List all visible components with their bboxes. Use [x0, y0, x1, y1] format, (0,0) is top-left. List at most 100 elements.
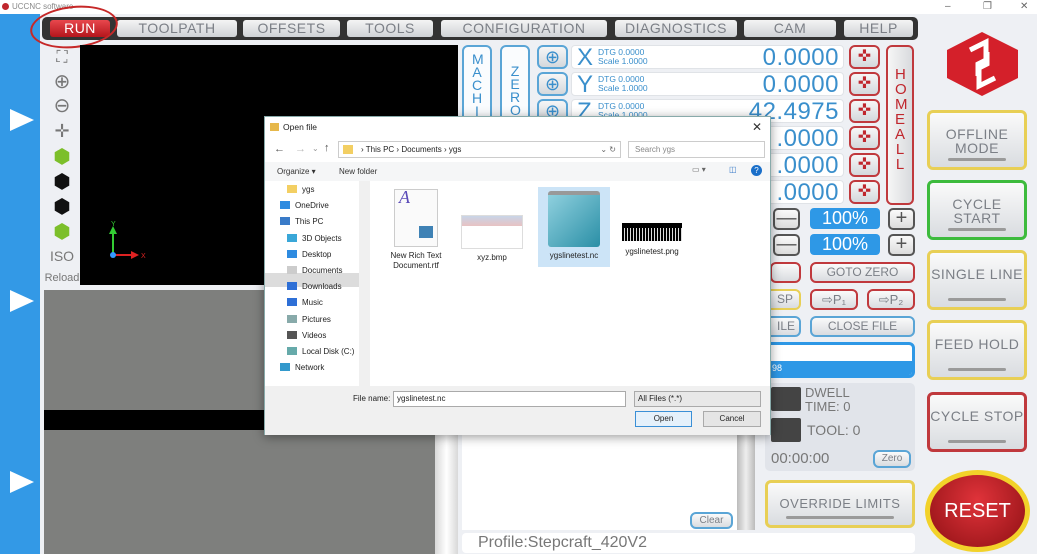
nav-item[interactable]: Desktop — [287, 248, 331, 262]
file-name-input[interactable]: ygslinetest.nc — [393, 391, 626, 407]
recent-dropdown[interactable]: ⌄ — [312, 144, 319, 153]
tab-help[interactable]: HELP — [844, 20, 913, 37]
dro-row[interactable]: Y DTG 0.0000 Scale 1.0000 0.0000 — [571, 71, 844, 98]
refresh-icon[interactable]: ⌄ ↻ — [600, 142, 616, 157]
file-item-selected[interactable]: ygslinetest.nc — [538, 187, 610, 267]
side-view-icon[interactable]: ⬢ — [48, 196, 76, 218]
console-scrollbar[interactable] — [737, 434, 755, 530]
nav-item[interactable]: Music — [287, 296, 323, 310]
profile-field: Profile:Stepcraft_420V2 — [462, 533, 915, 553]
nav-item[interactable]: 3D Objects — [287, 232, 342, 246]
reload-button[interactable]: Reload — [44, 267, 80, 289]
progress-bar: 98 — [765, 342, 915, 378]
open-file-dialog: Open file ✕ ← → ⌄ ↑ › This PC › Document… — [264, 116, 771, 435]
dwell-label: DWELL — [805, 385, 850, 400]
goto-p1-button[interactable]: ⇨P₁ — [810, 289, 858, 310]
breadcrumb-documents[interactable]: Documents — [401, 145, 441, 154]
file-item[interactable]: xyz.bmp — [460, 215, 524, 263]
zero-timer-button[interactable]: Zero — [873, 450, 911, 468]
iso-view-button[interactable]: ISO — [48, 245, 76, 267]
top-view-icon[interactable]: ⬢ — [48, 146, 76, 168]
zoom-out-icon[interactable]: ⊖ — [48, 95, 76, 117]
nav-item[interactable]: Downloads — [287, 280, 342, 294]
nav-item-icon — [280, 201, 290, 210]
nav-item[interactable]: Videos — [287, 329, 326, 343]
address-bar[interactable]: › This PC › Documents › ygs ⌄ ↻ — [338, 141, 621, 158]
single-line-button[interactable]: SINGLE LINE — [927, 250, 1027, 310]
fit-view-icon[interactable]: ⛶ — [48, 47, 76, 69]
open-button[interactable]: Open — [635, 411, 692, 427]
home-all-button[interactable]: HOME ALL — [886, 45, 914, 205]
help-icon[interactable]: ? — [751, 165, 762, 176]
tab-diagnostics[interactable]: DIAGNOSTICS — [615, 20, 737, 37]
close-file-button[interactable]: CLOSE FILE — [810, 316, 915, 337]
maximize-button[interactable]: ❐ — [983, 1, 992, 12]
nav-item[interactable]: Pictures — [287, 313, 331, 327]
organize-menu[interactable]: Organize ▾ — [277, 167, 316, 176]
home-axis-button[interactable]: ✜ — [849, 180, 880, 204]
close-button[interactable]: ✕ — [1020, 1, 1028, 12]
offline-mode-button[interactable]: OFFLINE MODE — [927, 110, 1027, 170]
dialog-close-button[interactable]: ✕ — [752, 120, 762, 134]
partial-red-button[interactable] — [770, 262, 801, 283]
view-options-icon[interactable]: ▭ ▾ — [692, 165, 706, 174]
back-button[interactable]: ← — [274, 143, 285, 155]
cancel-button[interactable]: Cancel — [703, 411, 761, 427]
center-view-icon[interactable]: ✛ — [48, 120, 76, 142]
folder-icon — [343, 145, 353, 154]
zero-axis-button[interactable]: ⊕ — [537, 45, 568, 69]
expand-arrow-icon[interactable] — [10, 290, 34, 312]
spindle-plus-button[interactable]: + — [888, 234, 915, 256]
nav-item[interactable]: OneDrive — [280, 199, 329, 213]
expand-arrow-icon[interactable] — [10, 109, 34, 131]
feed-minus-button[interactable]: — — [773, 208, 800, 230]
file-item[interactable]: ygslinetest.png — [618, 223, 686, 257]
axis-dtg-scale: DTG 0.0000 Scale 1.0000 — [598, 74, 648, 93]
cycle-stop-button[interactable]: CYCLE STOP — [927, 392, 1027, 452]
file-type-select[interactable]: All Files (*.*) — [634, 391, 761, 407]
nav-item-icon — [287, 266, 297, 274]
goto-zero-button[interactable]: GOTO ZERO — [810, 262, 915, 283]
clear-console-button[interactable]: Clear — [690, 512, 733, 529]
search-input[interactable]: Search ygs — [628, 141, 765, 158]
breadcrumb-ygs[interactable]: ygs — [449, 145, 461, 154]
breadcrumb-this-pc[interactable]: This PC — [366, 145, 394, 154]
tab-configuration[interactable]: CONFIGURATION — [441, 20, 607, 37]
cycle-start-button[interactable]: CYCLE START — [927, 180, 1027, 240]
tab-toolpath[interactable]: TOOLPATH — [117, 20, 237, 37]
minimize-button[interactable]: – — [945, 1, 951, 12]
home-axis-button[interactable]: ✜ — [849, 45, 880, 69]
expand-arrow-icon[interactable] — [10, 471, 34, 493]
zero-axis-button[interactable]: ⊕ — [537, 72, 568, 96]
dro-row[interactable]: X DTG 0.0000 Scale 1.0000 0.0000 — [571, 44, 844, 71]
override-limits-button[interactable]: OVERRIDE LIMITS — [765, 480, 915, 528]
home-axis-button[interactable]: ✜ — [849, 99, 880, 123]
nav-scrollbar[interactable] — [359, 181, 370, 386]
nav-item[interactable]: ygs — [287, 183, 314, 197]
new-folder-button[interactable]: New folder — [339, 167, 377, 176]
dwell-indicator — [771, 387, 801, 411]
feed-hold-button[interactable]: FEED HOLD — [927, 320, 1027, 380]
forward-button[interactable]: → — [295, 143, 306, 155]
preview-pane-icon[interactable]: ◫ — [729, 165, 737, 174]
tab-tools[interactable]: TOOLS — [347, 20, 433, 37]
feed-plus-button[interactable]: + — [888, 208, 915, 230]
front-view-icon[interactable]: ⬢ — [48, 171, 76, 193]
home-axis-button[interactable]: ✜ — [849, 153, 880, 177]
spindle-minus-button[interactable]: — — [773, 234, 800, 256]
nav-item[interactable]: This PC — [280, 215, 323, 229]
reset-button[interactable]: RESET — [925, 470, 1030, 552]
nav-item[interactable]: Network — [280, 361, 324, 375]
nav-item[interactable]: Local Disk (C:) — [287, 345, 354, 359]
goto-p2-button[interactable]: ⇨P₂ — [867, 289, 915, 310]
home-axis-button[interactable]: ✜ — [849, 126, 880, 150]
zoom-in-icon[interactable]: ⊕ — [48, 71, 76, 93]
up-button[interactable]: ↑ — [324, 142, 330, 154]
tab-cam[interactable]: CAM — [744, 20, 836, 37]
home-axis-button[interactable]: ✜ — [849, 72, 880, 96]
nav-item[interactable]: Documents — [287, 264, 342, 278]
file-item[interactable]: A New Rich Text Document.rtf — [386, 188, 446, 271]
spindle-override-value: 100% — [810, 234, 880, 255]
tab-offsets[interactable]: OFFSETS — [243, 20, 340, 37]
bottom-view-icon[interactable]: ⬢ — [48, 221, 76, 243]
